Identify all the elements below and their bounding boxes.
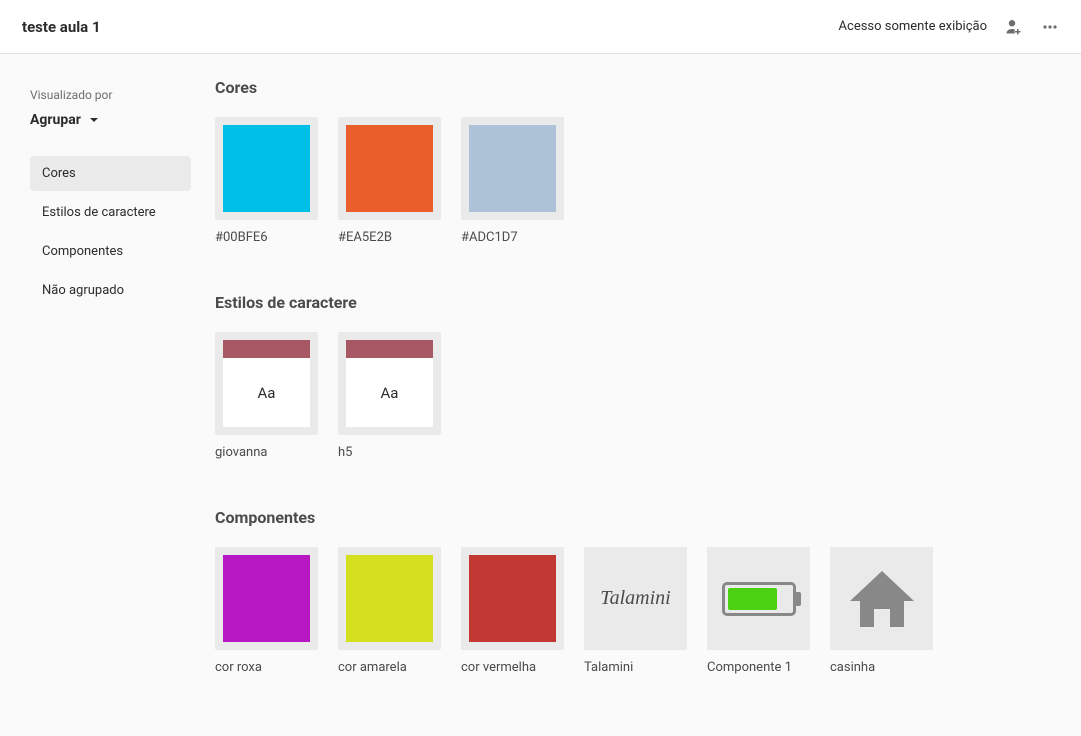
color-swatch bbox=[469, 125, 556, 212]
component-preview[interactable] bbox=[830, 547, 933, 650]
component-preview[interactable] bbox=[707, 547, 810, 650]
colors-tiles: #00BFE6 #EA5E2B #ADC1D7 bbox=[215, 117, 1081, 245]
component-tile: cor roxa bbox=[215, 547, 318, 675]
char-style-tile: Aa h5 bbox=[338, 332, 441, 460]
section-title-colors: Cores bbox=[215, 78, 1081, 97]
component-preview[interactable] bbox=[461, 547, 564, 650]
component-tile: cor amarela bbox=[338, 547, 441, 675]
body: Visualizado por Agrupar Cores Estilos de… bbox=[0, 54, 1081, 736]
access-label: Acesso somente exibição bbox=[839, 19, 987, 34]
section-title-components: Componentes bbox=[215, 508, 1081, 527]
char-style-sample: Aa bbox=[223, 358, 310, 427]
char-style-tile: Aa giovanna bbox=[215, 332, 318, 460]
char-style-label: giovanna bbox=[215, 445, 318, 460]
component-tiles: cor roxa cor amarela cor vermelha bbox=[215, 547, 1081, 675]
sidebar-nav: Cores Estilos de caractere Componentes N… bbox=[30, 156, 191, 308]
chevron-down-icon bbox=[89, 115, 99, 125]
page-title: teste aula 1 bbox=[22, 18, 101, 36]
component-tile: casinha bbox=[830, 547, 933, 675]
add-user-icon[interactable] bbox=[1005, 18, 1023, 36]
talamini-text-icon: Talamini bbox=[584, 547, 687, 650]
talamini-label: Talamini bbox=[600, 587, 670, 610]
component-label: cor amarela bbox=[338, 660, 441, 675]
char-style-inner: Aa bbox=[346, 340, 433, 427]
component-label: cor vermelha bbox=[461, 660, 564, 675]
component-label: casinha bbox=[830, 660, 933, 675]
color-tile: #EA5E2B bbox=[338, 117, 441, 245]
group-dropdown-label: Agrupar bbox=[30, 112, 81, 128]
color-swatch bbox=[346, 125, 433, 212]
color-swatch-tile[interactable] bbox=[461, 117, 564, 220]
sidebar-item-componentes[interactable]: Componentes bbox=[30, 234, 191, 269]
color-label: #00BFE6 bbox=[215, 230, 318, 245]
sidebar-item-estilos[interactable]: Estilos de caractere bbox=[30, 195, 191, 230]
color-label: #EA5E2B bbox=[338, 230, 441, 245]
component-preview[interactable] bbox=[215, 547, 318, 650]
color-swatch bbox=[223, 125, 310, 212]
char-style-tiles: Aa giovanna Aa h5 bbox=[215, 332, 1081, 460]
component-tile: cor vermelha bbox=[461, 547, 564, 675]
battery-fill bbox=[728, 588, 778, 610]
component-swatch bbox=[346, 555, 433, 642]
header-actions: Acesso somente exibição bbox=[839, 18, 1059, 36]
color-label: #ADC1D7 bbox=[461, 230, 564, 245]
char-style-sample: Aa bbox=[346, 358, 433, 427]
char-style-label: h5 bbox=[338, 445, 441, 460]
section-title-char-styles: Estilos de caractere bbox=[215, 293, 1081, 312]
component-label: Componente 1 bbox=[707, 660, 810, 675]
component-tile: Talamini Talamini bbox=[584, 547, 687, 675]
component-preview[interactable] bbox=[338, 547, 441, 650]
main-content: Cores #00BFE6 #EA5E2B bbox=[215, 54, 1081, 736]
group-dropdown[interactable]: Agrupar bbox=[30, 112, 191, 128]
battery-icon bbox=[707, 547, 810, 650]
component-swatch bbox=[223, 555, 310, 642]
component-swatch bbox=[469, 555, 556, 642]
section-colors: Cores #00BFE6 #EA5E2B bbox=[215, 78, 1081, 245]
component-label: Talamini bbox=[584, 660, 687, 675]
char-style-preview[interactable]: Aa bbox=[215, 332, 318, 435]
header: teste aula 1 Acesso somente exibição bbox=[0, 0, 1081, 54]
sidebar: Visualizado por Agrupar Cores Estilos de… bbox=[0, 54, 215, 736]
house-icon bbox=[830, 547, 933, 650]
viewed-by-label: Visualizado por bbox=[30, 88, 191, 102]
sidebar-item-cores[interactable]: Cores bbox=[30, 156, 191, 191]
char-style-inner: Aa bbox=[223, 340, 310, 427]
battery-tip bbox=[796, 592, 801, 606]
more-icon[interactable] bbox=[1041, 18, 1059, 36]
char-style-bar bbox=[223, 340, 310, 358]
section-char-styles: Estilos de caractere Aa giovanna bbox=[215, 293, 1081, 460]
char-style-bar bbox=[346, 340, 433, 358]
component-preview[interactable]: Talamini bbox=[584, 547, 687, 650]
color-tile: #00BFE6 bbox=[215, 117, 318, 245]
color-swatch-tile[interactable] bbox=[215, 117, 318, 220]
color-tile: #ADC1D7 bbox=[461, 117, 564, 245]
component-tile: Componente 1 bbox=[707, 547, 810, 675]
char-style-preview[interactable]: Aa bbox=[338, 332, 441, 435]
section-components: Componentes cor roxa cor amarela bbox=[215, 508, 1081, 675]
battery-body bbox=[722, 582, 796, 616]
color-swatch-tile[interactable] bbox=[338, 117, 441, 220]
sidebar-item-nao-agrupado[interactable]: Não agrupado bbox=[30, 273, 191, 308]
component-label: cor roxa bbox=[215, 660, 318, 675]
